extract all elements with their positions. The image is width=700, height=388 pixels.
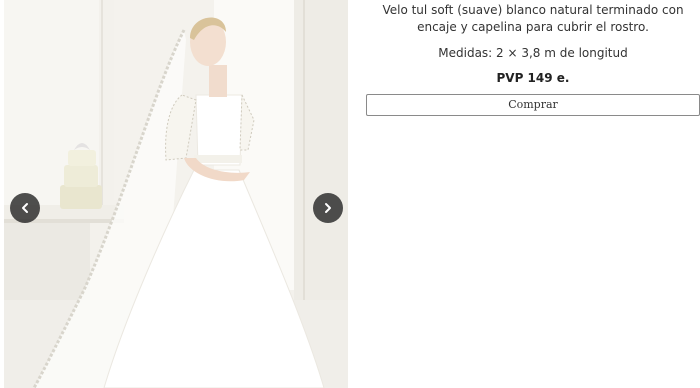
product-info: Velo tul soft (suave) blanco natural ter… <box>366 0 700 388</box>
product-image-carousel <box>4 0 348 388</box>
carousel-next-button[interactable] <box>313 193 343 223</box>
chevron-right-icon <box>325 203 331 213</box>
carousel-prev-button[interactable] <box>10 193 40 223</box>
product-photo <box>4 0 348 388</box>
product-description: Velo tul soft (suave) blanco natural ter… <box>382 3 684 34</box>
product-price: PVP 149 e. <box>496 71 570 85</box>
buy-button[interactable]: Comprar <box>366 94 700 116</box>
chevron-left-icon <box>22 203 28 213</box>
product-measures: Medidas: 2 × 3,8 m de longitud <box>438 46 628 60</box>
